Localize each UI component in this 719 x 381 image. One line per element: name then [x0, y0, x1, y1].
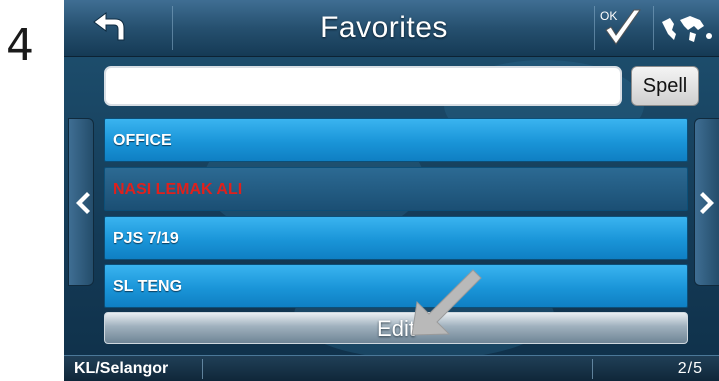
separator — [172, 6, 173, 50]
favorite-item-selected[interactable]: NASI LEMAK ALI — [104, 167, 688, 211]
page-indicator: 2/5 — [677, 360, 703, 377]
spell-button[interactable]: Spell — [631, 66, 699, 106]
chevron-left-icon — [76, 192, 90, 214]
back-button[interactable] — [64, 0, 172, 56]
favorite-item[interactable]: OFFICE — [104, 118, 688, 162]
next-page-button[interactable] — [694, 118, 719, 286]
region-label: KL/Selangor — [74, 360, 169, 377]
search-input[interactable] — [104, 66, 622, 106]
separator — [202, 359, 203, 379]
ok-button[interactable]: OK — [594, 0, 652, 56]
title-bar: Favorites OK — [64, 0, 719, 57]
map-button[interactable] — [654, 0, 719, 56]
ok-check-icon: OK — [600, 9, 641, 45]
separator — [592, 359, 593, 379]
navigator-screen: Favorites OK Spell OFFICE NASI LEMAK ALI… — [64, 0, 719, 381]
status-bar: KL/Selangor 2/5 — [64, 355, 719, 381]
favorite-item[interactable]: PJS 7/19 — [104, 216, 688, 260]
step-number: 4 — [6, 20, 34, 71]
chevron-right-icon — [700, 192, 714, 214]
ok-label: OK — [600, 9, 617, 23]
previous-page-button[interactable] — [68, 118, 94, 286]
world-map-icon — [662, 16, 712, 42]
page-title: Favorites — [320, 11, 448, 44]
edit-button[interactable]: Edit — [104, 312, 688, 344]
back-arrow-icon — [93, 12, 125, 41]
favorite-item[interactable]: SL TENG — [104, 264, 688, 308]
pointer-arrow-icon — [411, 269, 482, 336]
